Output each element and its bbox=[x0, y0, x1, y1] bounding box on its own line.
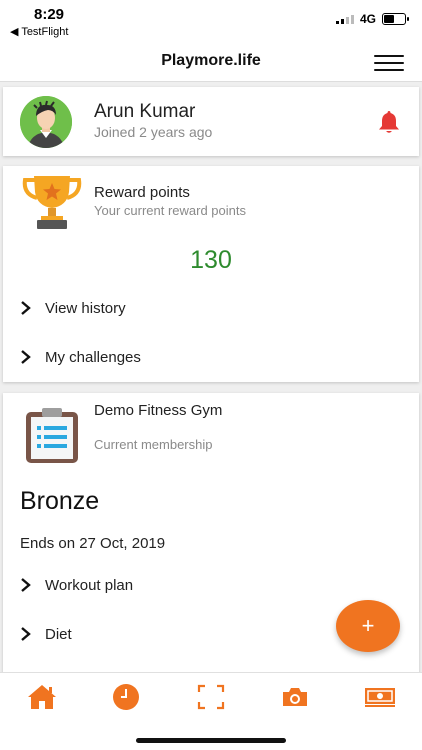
home-icon[interactable] bbox=[26, 683, 58, 711]
page-title: Playmore.life bbox=[161, 52, 261, 69]
workout-plan-label: Workout plan bbox=[45, 576, 134, 594]
workout-plan-link[interactable]: Workout plan bbox=[19, 572, 133, 598]
chevron-right-icon bbox=[21, 578, 31, 592]
view-history-label: View history bbox=[45, 299, 126, 317]
chevron-right-icon bbox=[21, 627, 31, 641]
membership-tier: Bronze bbox=[20, 487, 100, 515]
money-icon[interactable] bbox=[364, 683, 396, 711]
clock-icon[interactable] bbox=[110, 683, 142, 711]
scan-icon[interactable] bbox=[195, 683, 227, 711]
my-challenges-link[interactable]: My challenges bbox=[19, 344, 141, 370]
clipboard-icon bbox=[23, 407, 81, 465]
hamburger-menu-icon[interactable] bbox=[374, 55, 404, 71]
diet-label: Diet bbox=[45, 625, 72, 643]
plus-icon: + bbox=[361, 613, 375, 638]
status-bar: 8:29 ◀ TestFlight 4G bbox=[0, 0, 422, 40]
camera-icon[interactable] bbox=[279, 683, 311, 711]
signal-icon bbox=[335, 14, 354, 24]
reward-title: Reward points bbox=[94, 184, 190, 201]
profile-card[interactable]: Arun Kumar Joined 2 years ago bbox=[3, 87, 419, 156]
profile-name: Arun Kumar bbox=[94, 101, 196, 122]
profile-joined-date: Joined 2 years ago bbox=[94, 124, 213, 140]
reward-points-value: 130 bbox=[190, 246, 232, 274]
avatar bbox=[20, 96, 72, 148]
status-time: 8:29 bbox=[34, 6, 65, 23]
membership-subtitle: Current membership bbox=[94, 437, 213, 452]
trophy-icon bbox=[21, 174, 83, 230]
home-indicator bbox=[136, 738, 286, 743]
view-history-link[interactable]: View history bbox=[19, 295, 126, 321]
network-label: 4G bbox=[359, 12, 376, 26]
membership-end-date: Ends on 27 Oct, 2019 bbox=[20, 535, 166, 552]
testflight-back-link[interactable]: ◀ TestFlight bbox=[10, 25, 68, 38]
reward-subtitle: Your current reward points bbox=[94, 203, 246, 218]
my-challenges-label: My challenges bbox=[45, 348, 141, 366]
status-indicators: 4G bbox=[335, 12, 409, 26]
diet-link[interactable]: Diet bbox=[19, 621, 72, 647]
app-header: Playmore.life bbox=[0, 40, 422, 82]
add-button[interactable]: + bbox=[336, 600, 400, 652]
bell-icon[interactable] bbox=[376, 109, 402, 135]
gym-name: Demo Fitness Gym bbox=[94, 402, 223, 419]
chevron-right-icon bbox=[21, 350, 31, 364]
chevron-right-icon bbox=[21, 301, 31, 315]
reward-card: Reward points Your current reward points… bbox=[3, 166, 419, 382]
battery-icon bbox=[382, 13, 409, 25]
